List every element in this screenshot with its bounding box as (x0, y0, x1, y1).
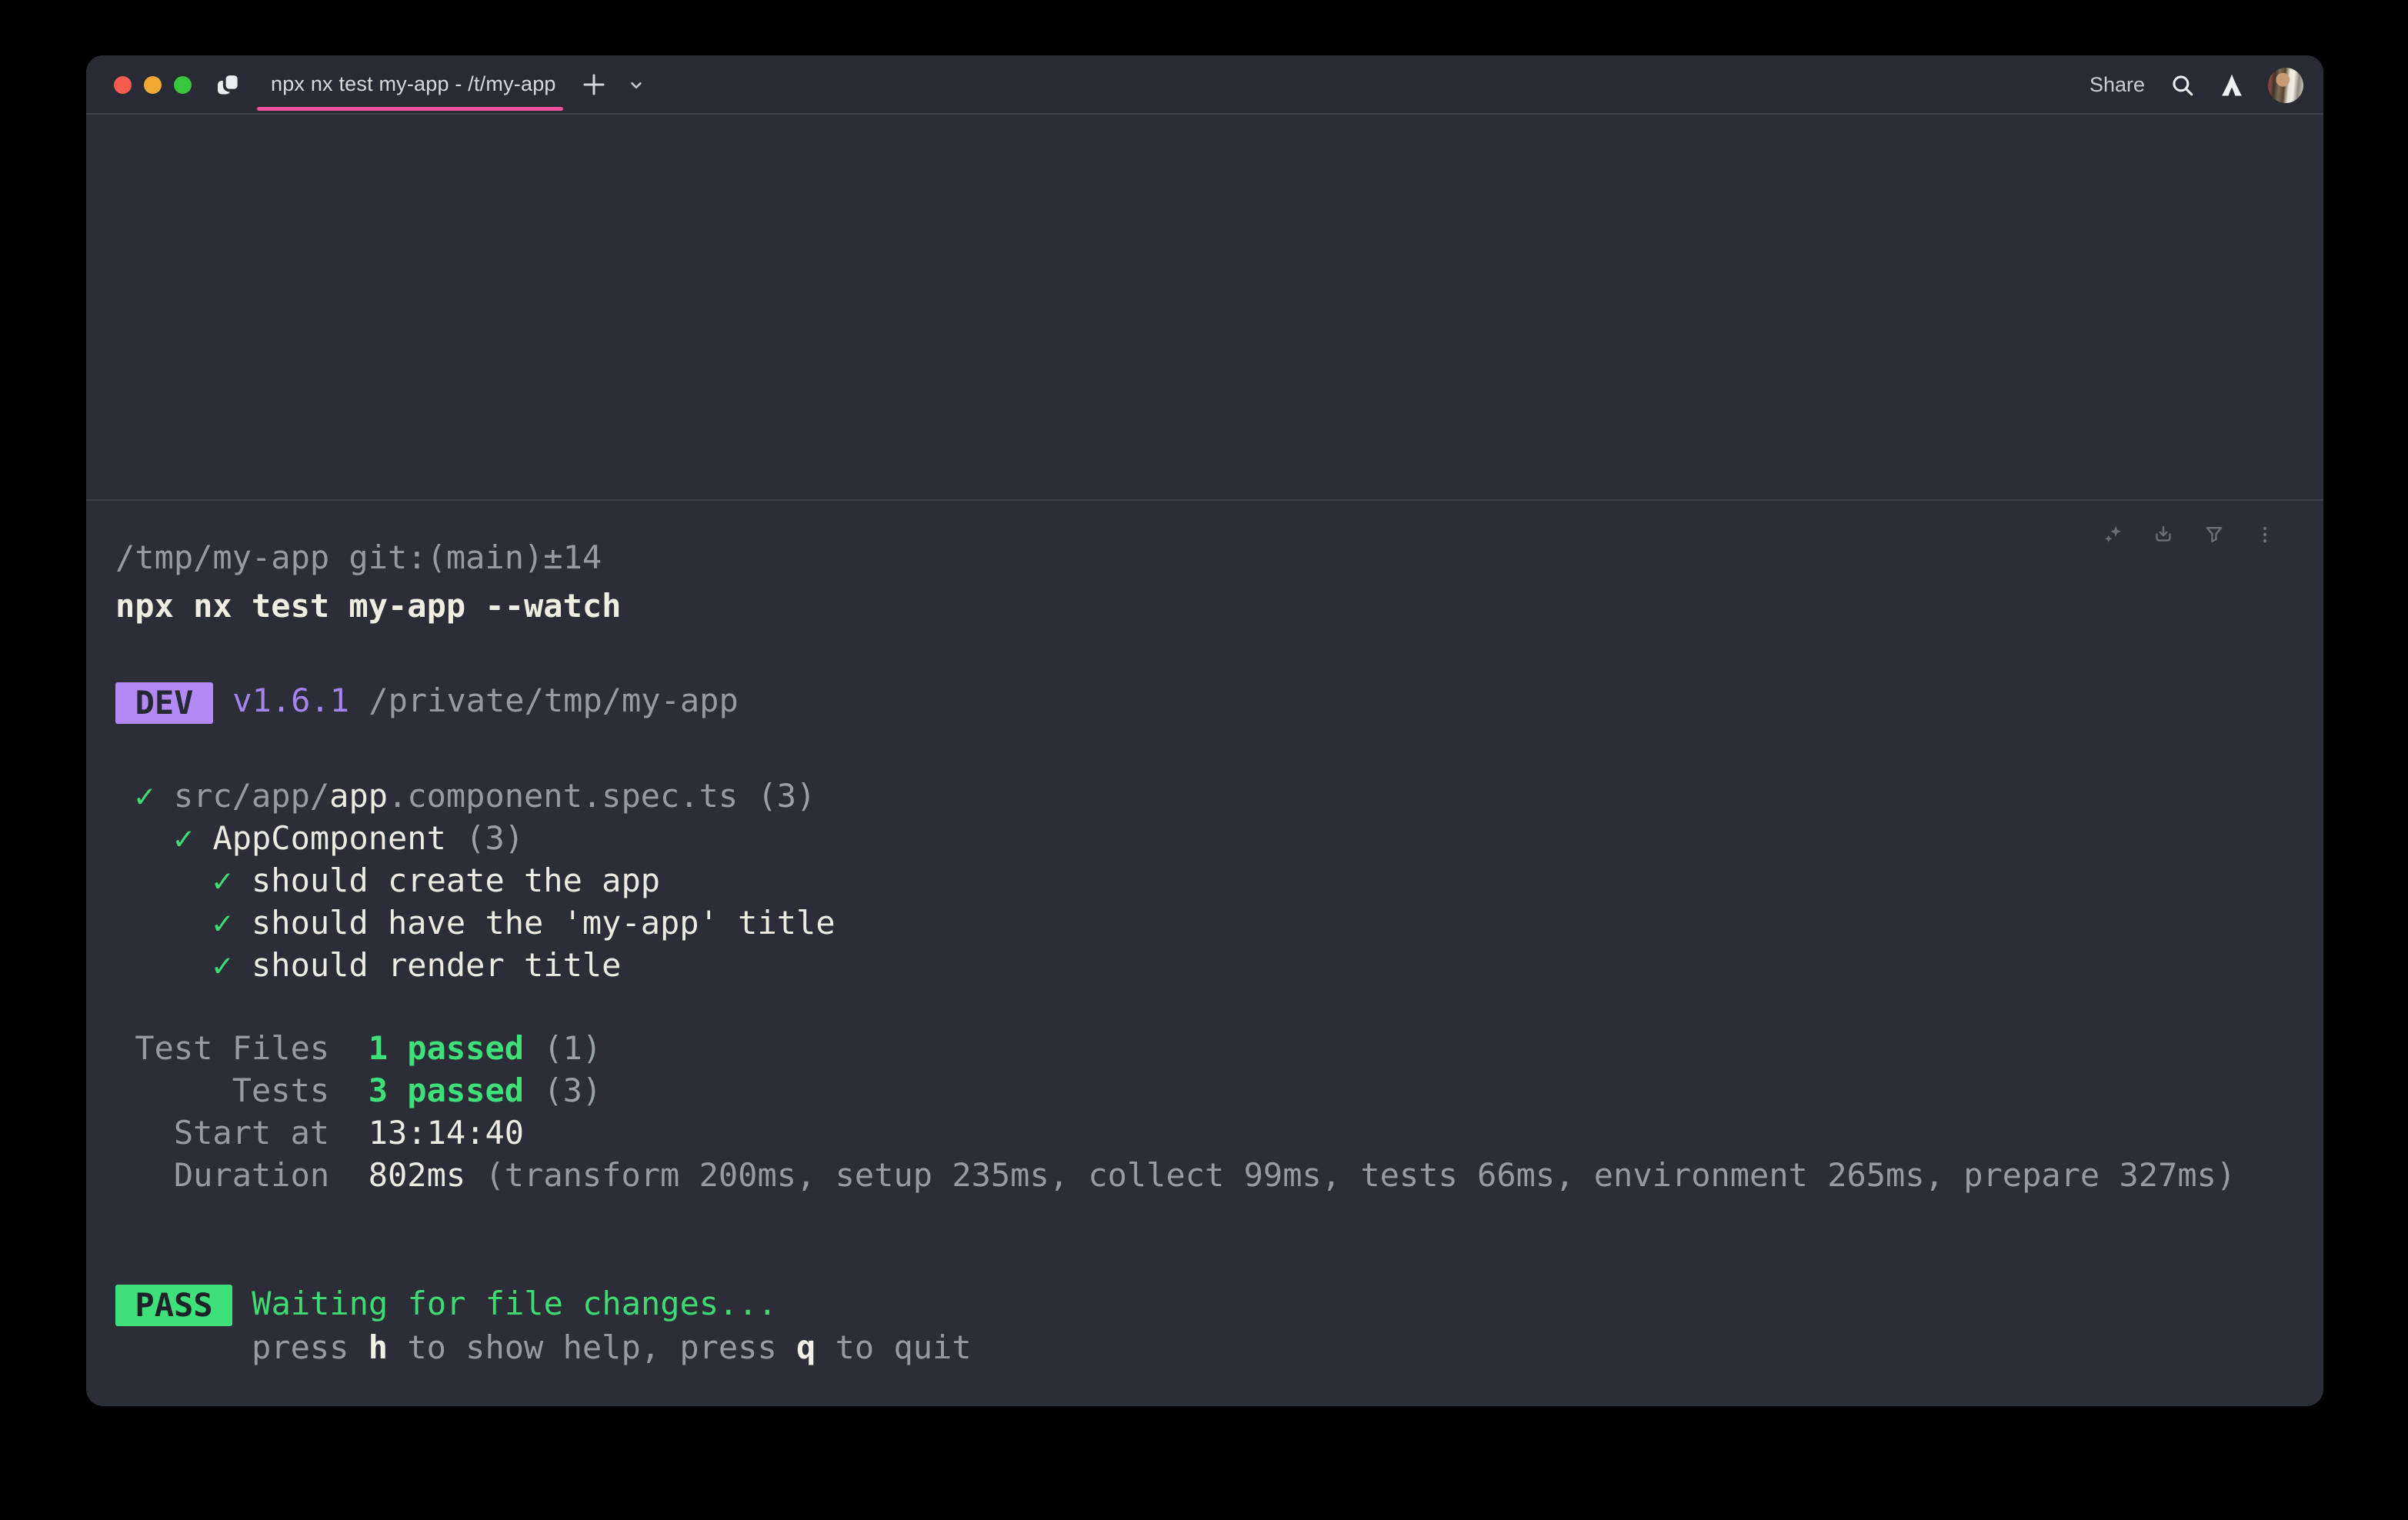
traffic-lights (114, 55, 192, 115)
pages-icon[interactable] (214, 69, 245, 100)
test-file-row: ✓ src/app/app.component.spec.ts (3) (115, 775, 2294, 817)
test-case-row: ✓ should have the 'my-app' title (115, 902, 2294, 944)
test-case-row: ✓ should create the app (115, 859, 2294, 902)
vitest-version: v1.6.1 (213, 682, 349, 719)
minimize-button[interactable] (144, 76, 162, 94)
close-button[interactable] (114, 76, 132, 94)
key-h: h (369, 1328, 388, 1366)
command-block: /tmp/my-app git:(main)±14 npx nx test my… (86, 501, 2323, 1368)
summary-row-start-at: Start at 13:14:40 (115, 1112, 2294, 1154)
titlebar-right-group: Share (2089, 55, 2303, 115)
vitest-dev-line: DEV v1.6.1 /private/tmp/my-app (115, 679, 2294, 724)
plus-icon (579, 69, 609, 100)
watch-status-line: PASS Waiting for file changes... (115, 1282, 2294, 1327)
test-suite-row: ✓ AppComponent (3) (115, 817, 2294, 859)
title-bar: npx nx test my-app - /t/my-app Share (86, 55, 2323, 115)
summary-row-tests: Tests 3 passed (3) (115, 1069, 2294, 1112)
new-tab-button[interactable] (579, 69, 609, 100)
vitest-cwd: /private/tmp/my-app (349, 682, 739, 719)
test-case-row: ✓ should render title (115, 944, 2294, 986)
check-icon: ✓ (115, 904, 252, 942)
pass-badge: PASS (115, 1285, 232, 1326)
watch-help-line: press h to show help, press q to quit (115, 1326, 2294, 1368)
warp-logo-button[interactable] (2220, 73, 2243, 98)
sparkles-icon[interactable] (2102, 524, 2123, 545)
block-toolbar (2102, 524, 2276, 545)
kebab-menu-icon[interactable] (2254, 524, 2276, 545)
share-button[interactable]: Share (2089, 73, 2145, 97)
summary-row-test-files: Test Files 1 passed (1) (115, 1027, 2294, 1069)
tab-active[interactable]: npx nx test my-app - /t/my-app (271, 55, 556, 115)
check-icon: ✓ (115, 862, 252, 899)
search-icon (2170, 72, 2196, 98)
waiting-text: Waiting for file changes... (232, 1285, 777, 1322)
tab-dropdown-button[interactable] (626, 75, 646, 95)
check-icon: ✓ (115, 946, 252, 984)
check-icon: ✓ (115, 819, 212, 857)
dev-badge: DEV (115, 682, 213, 724)
zoom-button[interactable] (174, 76, 192, 94)
terminal-scrollback (86, 115, 2323, 499)
chevron-down-icon (626, 75, 646, 95)
download-icon[interactable] (2153, 524, 2174, 545)
terminal-window: npx nx test my-app - /t/my-app Share (86, 55, 2323, 1406)
prompt-line: /tmp/my-app git:(main)±14 (115, 536, 2294, 578)
command-line: npx nx test my-app --watch (115, 585, 2294, 627)
filter-icon[interactable] (2203, 524, 2225, 545)
search-button[interactable] (2170, 72, 2196, 98)
warp-logo-icon (2220, 73, 2243, 98)
key-q: q (796, 1328, 815, 1366)
check-icon: ✓ (115, 777, 174, 815)
avatar[interactable] (2268, 68, 2303, 103)
active-tab-underline (257, 107, 563, 111)
summary-row-duration: Duration 802ms (transform 200ms, setup 2… (115, 1154, 2294, 1196)
